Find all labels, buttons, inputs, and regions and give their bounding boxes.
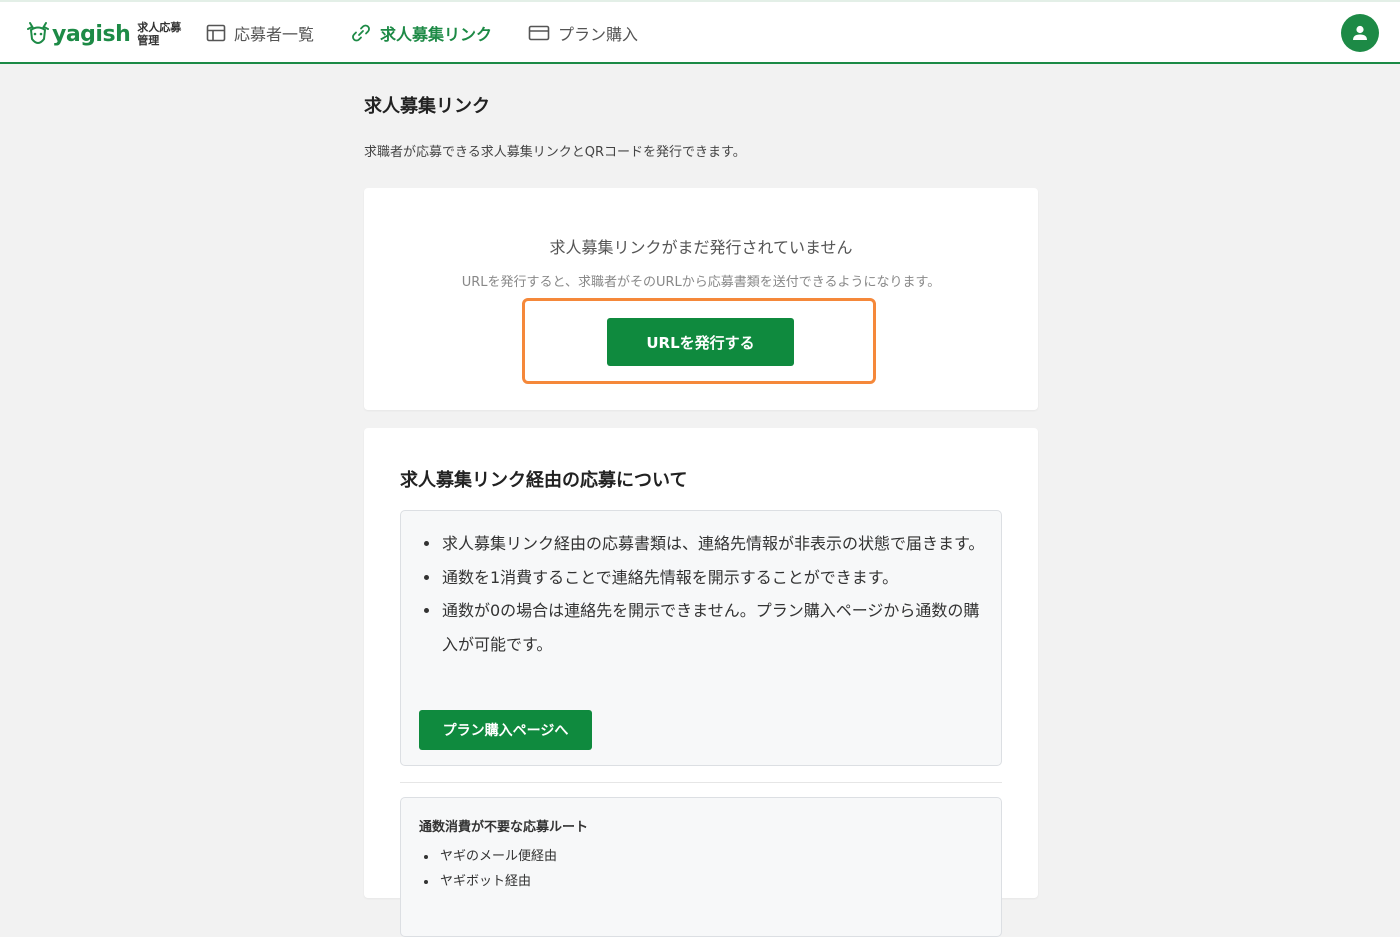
nav-plan-purchase-label: プラン購入 (558, 25, 639, 44)
page-title: 求人募集リンク (364, 96, 490, 117)
list-item: 通数を1消費することで連絡先情報を開示することができます。 (421, 561, 991, 595)
list-item: 通数が0の場合は連絡先を開示できません。プラン購入ページから通数の購入が可能です… (421, 594, 991, 661)
divider (400, 782, 1002, 783)
nav-job-link[interactable]: 求人募集リンク (350, 20, 492, 46)
nav-applicants[interactable]: 応募者一覧 (206, 20, 314, 46)
empty-state-subtitle: URLを発行すると、求職者がそのURLから応募書類を送付できるようになります。 (461, 275, 941, 290)
list-item: ヤギボット経由 (419, 869, 557, 894)
nav-plan-purchase[interactable]: プラン購入 (528, 20, 638, 46)
page-description: 求職者が応募できる求人募集リンクとQRコードを発行できます。 (364, 145, 746, 160)
table-icon (206, 24, 226, 42)
logo-subtitle: 求人応募管理 (137, 21, 182, 47)
about-link-card: 求人募集リンク経由の応募について 求人募集リンク経由の応募書類は、連絡先情報が非… (364, 428, 1038, 937)
card-icon (528, 25, 550, 41)
empty-state-title: 求人募集リンクがまだ発行されていません (549, 238, 853, 257)
nav-job-link-label: 求人募集リンク (380, 25, 493, 44)
user-icon (1353, 25, 1367, 40)
free-routes-title: 通数消費が不要な応募ルート (419, 820, 589, 835)
issue-url-button[interactable]: URLを発行する (607, 318, 794, 366)
app-logo[interactable]: yagish 求人応募管理 (25, 17, 191, 51)
nav-applicants-label: 応募者一覧 (234, 25, 315, 44)
about-section-title: 求人募集リンク経由の応募について (400, 470, 688, 491)
link-issue-card: 求人募集リンクがまだ発行されていません URLを発行すると、求職者がそのURLか… (364, 188, 1038, 410)
link-icon (352, 24, 370, 42)
free-routes-box: 通数消費が不要な応募ルート ヤギのメール便経由 ヤギボット経由 (400, 797, 1002, 937)
list-item: 求人募集リンク経由の応募書類は、連絡先情報が非表示の状態で届きます。 (421, 527, 991, 561)
about-info-box: 求人募集リンク経由の応募書類は、連絡先情報が非表示の状態で届きます。 通数を1消… (400, 510, 1002, 766)
plan-purchase-page-button[interactable]: プラン購入ページへ (419, 710, 592, 750)
goat-logo-icon (27, 22, 49, 44)
logo-wordmark: yagish (52, 21, 131, 47)
top-navigation-bar: yagish 求人応募管理 応募者一覧 求人募集リンク プラン購入 (0, 0, 1400, 64)
about-info-list: 求人募集リンク経由の応募書類は、連絡先情報が非表示の状態で届きます。 通数を1消… (421, 527, 991, 661)
list-item: ヤギのメール便経由 (419, 844, 557, 869)
account-avatar-button[interactable] (1341, 14, 1379, 52)
free-routes-list: ヤギのメール便経由 ヤギボット経由 (419, 844, 557, 894)
